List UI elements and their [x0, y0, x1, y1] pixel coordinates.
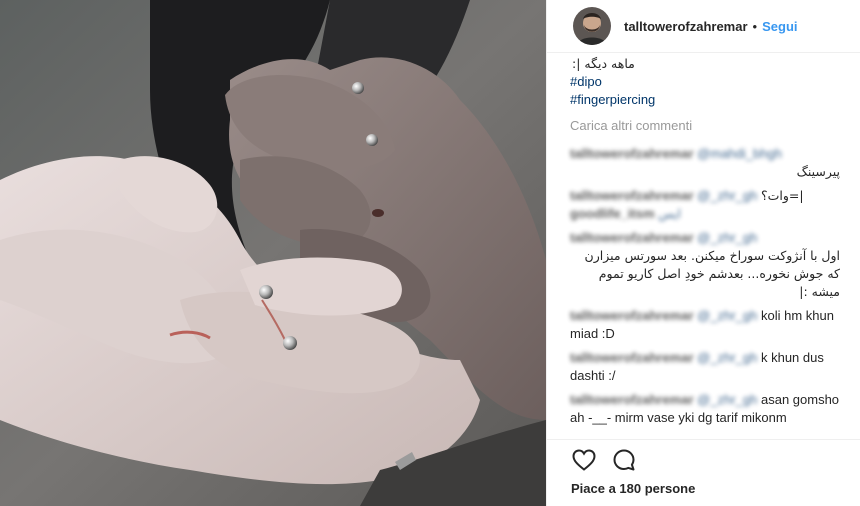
- comment-button[interactable]: [611, 447, 637, 473]
- comment-item: talltowerofzahremar @_zhr_gh وات؟=| good…: [570, 187, 848, 223]
- load-more-comments-button[interactable]: Carica altri commenti: [570, 117, 848, 135]
- post-photo[interactable]: [0, 0, 546, 506]
- likes-count[interactable]: Piace a 180 persone: [547, 480, 860, 506]
- comment-text: پیرسینگ: [796, 164, 840, 179]
- instagram-post: talltowerofzahremar • Segui :| ماهه دیگه…: [0, 0, 860, 506]
- hashtag-link[interactable]: #fingerpiercing: [570, 91, 848, 109]
- comment-username[interactable]: talltowerofzahremar: [570, 392, 694, 407]
- comment-item: talltowerofzahremar @mahdi_bhgh پیرسینگ: [570, 145, 848, 181]
- comment-item: talltowerofzahremar @_zhr_gh k khun dus …: [570, 349, 848, 385]
- comment-text: ایس: [658, 206, 682, 221]
- comments-section: :| ماهه دیگه #dipo #fingerpiercing Caric…: [547, 53, 860, 439]
- comment-mention[interactable]: @mahdi_bhgh: [697, 146, 782, 161]
- comment-username[interactable]: goodlife_itsm: [570, 206, 655, 221]
- username-link[interactable]: talltowerofzahremar: [624, 19, 748, 34]
- caption-fragment: :| ماهه دیگه: [572, 56, 635, 71]
- user-avatar[interactable]: [573, 7, 611, 45]
- hashtag-link[interactable]: #dipo: [570, 73, 848, 91]
- comment-text: اول با آنژوکت سوراخ میکنن. بعد سورتس میز…: [584, 248, 840, 299]
- pierced-fingers-photo: [0, 0, 546, 506]
- comment-mention[interactable]: @_zhr_gh: [697, 188, 757, 203]
- follow-button[interactable]: Segui: [762, 19, 797, 34]
- heart-icon: [572, 449, 596, 471]
- post-sidebar: talltowerofzahremar • Segui :| ماهه دیگه…: [546, 0, 860, 506]
- comment-item: talltowerofzahremar @_zhr_gh asan gomsho…: [570, 391, 848, 427]
- comment-username[interactable]: talltowerofzahremar: [570, 230, 694, 245]
- comment-username[interactable]: talltowerofzahremar: [570, 350, 694, 365]
- comment-mention[interactable]: @_zhr_gh: [697, 230, 757, 245]
- comment-mention[interactable]: @_zhr_gh: [697, 392, 757, 407]
- comment-mention[interactable]: @_zhr_gh: [697, 350, 757, 365]
- action-bar: [547, 439, 860, 480]
- comment-username[interactable]: talltowerofzahremar: [570, 188, 694, 203]
- comment-item: talltowerofzahremar @_zhr_gh اول با آنژو…: [570, 229, 848, 301]
- comment-username[interactable]: talltowerofzahremar: [570, 146, 694, 161]
- comment-text: وات؟=|: [760, 188, 804, 203]
- like-button[interactable]: [571, 447, 597, 473]
- header-separator: •: [752, 18, 758, 34]
- comment-username[interactable]: talltowerofzahremar: [570, 308, 694, 323]
- post-header: talltowerofzahremar • Segui: [547, 0, 860, 53]
- comment-mention[interactable]: @_zhr_gh: [697, 308, 757, 323]
- comment-item: talltowerofzahremar @_zhr_gh koli hm khu…: [570, 307, 848, 343]
- speech-bubble-icon: [613, 449, 635, 471]
